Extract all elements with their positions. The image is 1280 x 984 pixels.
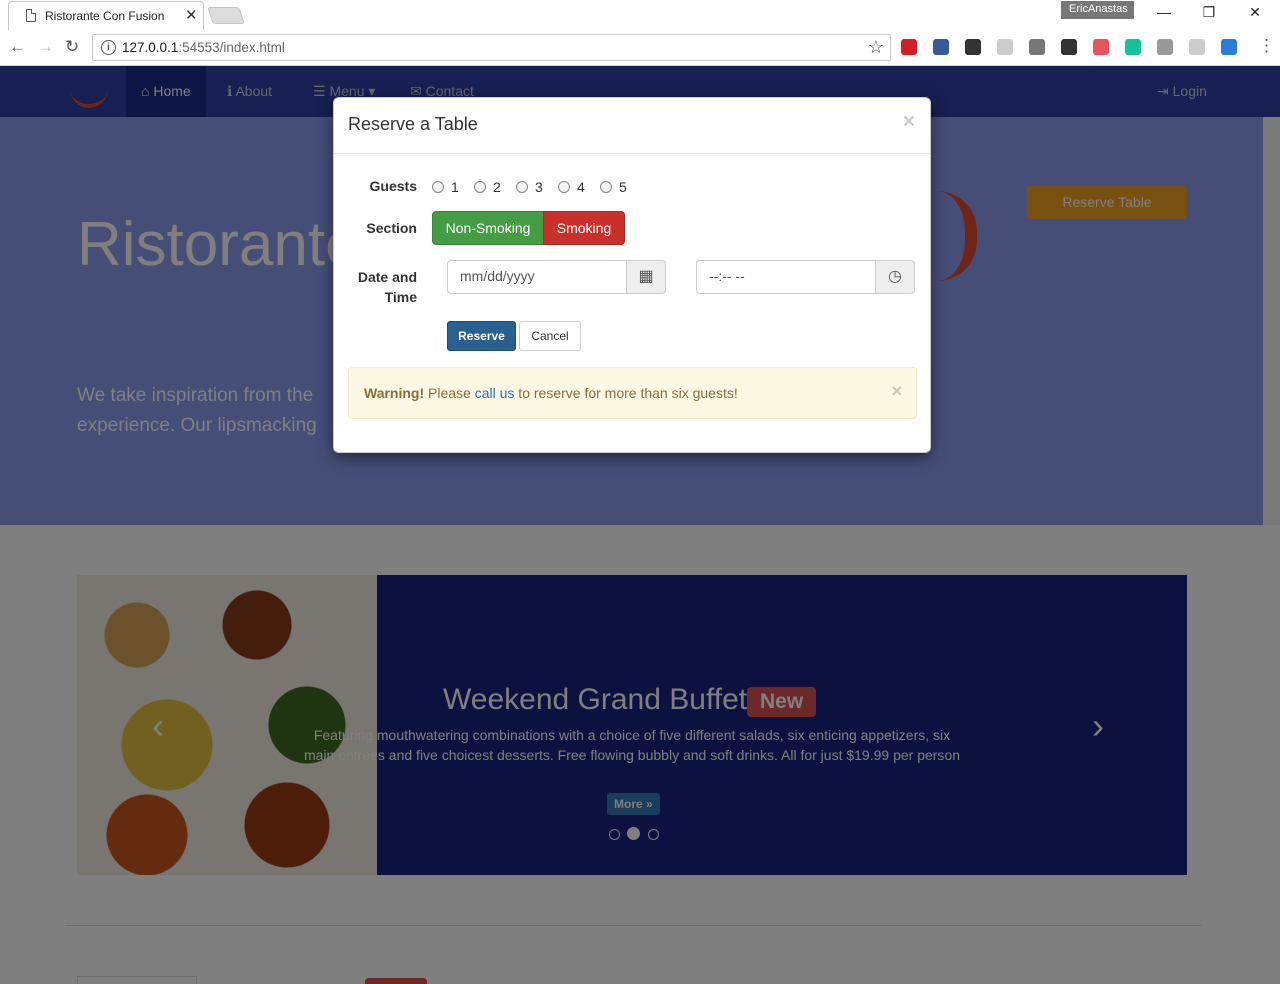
section-label: Section — [366, 220, 417, 236]
reload-icon[interactable]: ↻ — [65, 37, 79, 57]
tab-close-icon[interactable]: ✕ — [185, 6, 198, 24]
extension-icon[interactable] — [933, 39, 949, 55]
call-us-link[interactable]: call us — [475, 385, 515, 401]
cancel-button[interactable]: Cancel — [519, 321, 581, 351]
radio-circle[interactable] — [432, 181, 444, 193]
grammarly-extension-icon[interactable] — [1125, 39, 1141, 55]
address-bar[interactable]: i 127.0.0.1:54553/index.html ☆ — [92, 34, 891, 61]
close-window-icon[interactable]: ✕ — [1245, 4, 1265, 21]
extension-icon[interactable] — [997, 39, 1013, 55]
radio-label: 2 — [493, 179, 501, 195]
date-time-label-line: Date and — [357, 269, 417, 285]
forward-icon[interactable]: → — [37, 37, 54, 57]
reserve-table-modal: Reserve a Table × Guests 1 2 3 4 5 Secti… — [333, 97, 931, 453]
alert-text: Please — [424, 385, 475, 401]
extension-icon[interactable] — [1221, 39, 1237, 55]
browser-tab-strip: Ristorante Con Fusion ✕ EricAnastas — ❐ … — [0, 0, 1280, 30]
non-smoking-button[interactable]: Non-Smoking — [432, 211, 544, 245]
warning-alert: Warning! Please call us to reserve for m… — [348, 367, 917, 419]
radio-circle[interactable] — [558, 181, 570, 193]
guests-label: Guests — [369, 178, 417, 194]
date-time-label: Date and Time — [344, 269, 417, 305]
radio-label: 1 — [451, 179, 459, 195]
bookmark-star-icon[interactable]: ☆ — [868, 37, 884, 58]
radio-circle[interactable] — [516, 181, 528, 193]
alert-strong: Warning! — [364, 385, 425, 401]
back-icon[interactable]: ← — [9, 37, 26, 57]
url-text[interactable]: 127.0.0.1:54553/index.html — [122, 40, 285, 55]
info-icon[interactable]: i — [101, 40, 116, 55]
modal-close-icon[interactable]: × — [903, 110, 915, 134]
date-input[interactable]: mm/dd/yyyy — [447, 260, 628, 294]
profile-badge[interactable]: EricAnastas — [1061, 1, 1134, 19]
radio-label: 4 — [577, 179, 585, 195]
url-path: :54553/index.html — [178, 40, 285, 55]
time-input[interactable]: --:-- -- — [696, 260, 877, 294]
extension-icon[interactable] — [965, 39, 981, 55]
radio-label: 5 — [619, 179, 627, 195]
browser-menu-icon[interactable]: ⋮ — [1258, 36, 1275, 56]
radio-circle[interactable] — [474, 181, 486, 193]
guests-radio-2[interactable]: 2 — [474, 179, 501, 195]
guests-radio-1[interactable]: 1 — [432, 179, 459, 195]
modal-header: Reserve a Table × — [334, 98, 930, 154]
date-time-label-line: Time — [384, 289, 417, 305]
minimize-icon[interactable]: — — [1154, 4, 1174, 20]
document-icon — [26, 9, 36, 22]
pinterest-extension-icon[interactable] — [901, 39, 917, 55]
restore-icon[interactable]: ❐ — [1199, 4, 1219, 21]
browser-tab[interactable]: Ristorante Con Fusion ✕ — [8, 1, 204, 30]
reserve-button[interactable]: Reserve — [447, 321, 516, 351]
address-toolbar: ← → ↻ i 127.0.0.1:54553/index.html ☆ ⋮ — [0, 30, 1280, 66]
extension-icon[interactable] — [1093, 39, 1109, 55]
calendar-icon[interactable]: ▦ — [626, 260, 666, 294]
alert-text: to reserve for more than six guests! — [514, 385, 738, 401]
guests-radio-5[interactable]: 5 — [600, 179, 627, 195]
modal-title: Reserve a Table — [348, 114, 478, 134]
url-host: 127.0.0.1 — [122, 40, 179, 55]
extension-icon[interactable] — [1157, 39, 1173, 55]
guests-radio-4[interactable]: 4 — [558, 179, 585, 195]
tab-title: Ristorante Con Fusion — [45, 9, 165, 23]
guests-radio-3[interactable]: 3 — [516, 179, 543, 195]
alert-close-icon[interactable]: × — [891, 381, 902, 402]
extension-icon[interactable] — [1029, 39, 1045, 55]
new-tab-button[interactable] — [207, 7, 245, 24]
pocket-extension-icon[interactable] — [1061, 39, 1077, 55]
extension-icon[interactable] — [1189, 39, 1205, 55]
smoking-button[interactable]: Smoking — [543, 211, 625, 245]
clock-icon[interactable]: ◷ — [875, 260, 915, 294]
radio-circle[interactable] — [600, 181, 612, 193]
radio-label: 3 — [535, 179, 543, 195]
